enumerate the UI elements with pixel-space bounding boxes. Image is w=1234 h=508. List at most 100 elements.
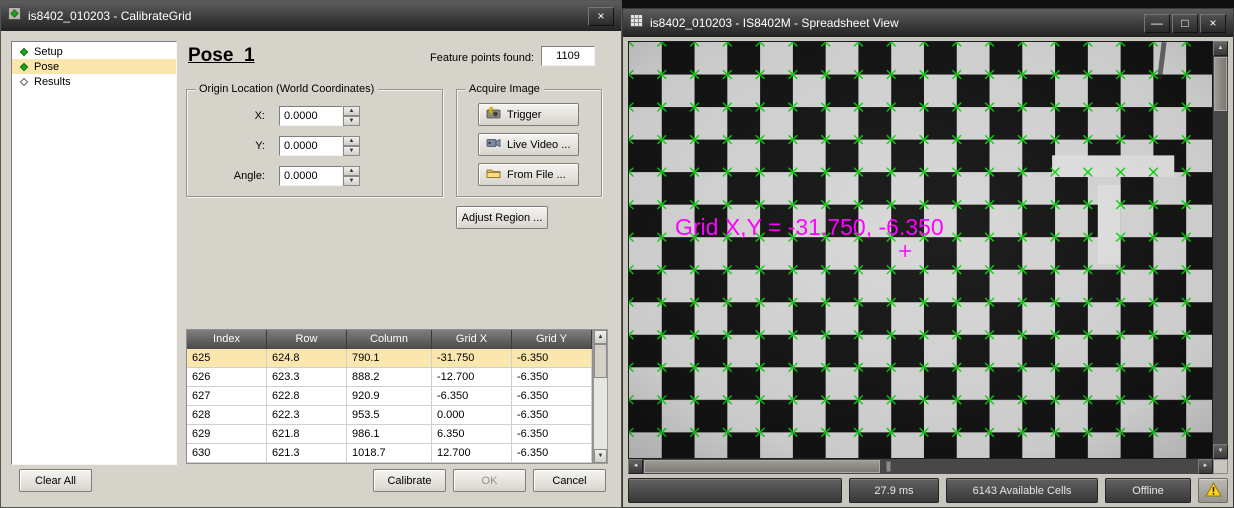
diamond-icon	[20, 47, 28, 55]
window-controls: — □ ×	[1142, 14, 1226, 33]
x-label: X:	[187, 106, 265, 126]
grid-overlay-text: Grid X,Y = -31.750, -6.350	[675, 214, 944, 241]
close-icon[interactable]: ×	[588, 7, 614, 26]
tree-panel: Setup Pose Results	[11, 41, 177, 465]
table-row[interactable]: 625624.8790.1-31.750-6.350	[187, 349, 592, 368]
cell-row: 622.8	[267, 387, 347, 406]
cell-column: 986.1	[347, 425, 432, 444]
cell-index: 628	[187, 406, 267, 425]
vertical-scrollbar-thumb[interactable]	[1214, 57, 1227, 111]
folder-icon	[486, 167, 501, 182]
y-input[interactable]: 0.0000 ▲ ▼	[279, 136, 360, 156]
scroll-right-icon[interactable]: ►	[1198, 459, 1213, 474]
tree-item-setup[interactable]: Setup	[12, 44, 176, 59]
spreadsheet-window-titlebar[interactable]: is8402_010203 - IS8402M - Spreadsheet Vi…	[623, 9, 1233, 37]
scroll-up-icon[interactable]: ▲	[594, 330, 607, 344]
cell-grid-x: 6.350	[432, 425, 512, 444]
origin-group-title: Origin Location (World Coordinates)	[195, 82, 378, 96]
table-row[interactable]: 629621.8986.16.350-6.350	[187, 425, 592, 444]
vertical-scrollbar[interactable]: ▲ ▼	[1213, 41, 1228, 459]
close-icon[interactable]: ×	[1200, 14, 1226, 33]
table-row[interactable]: 626623.3888.2-12.700-6.350	[187, 368, 592, 387]
cell-grid-y: -6.350	[512, 368, 592, 387]
warning-icon	[1205, 482, 1222, 500]
x-spinner: ▲ ▼	[343, 106, 360, 126]
spreadsheet-window-title: is8402_010203 - IS8402M - Spreadsheet Vi…	[650, 16, 899, 30]
diamond-icon	[20, 62, 28, 70]
angle-input-value[interactable]: 0.0000	[279, 166, 343, 186]
tree-item-pose[interactable]: Pose	[12, 59, 176, 74]
clear-all-button[interactable]: Clear All	[19, 469, 92, 492]
cell-grid-y: -6.350	[512, 349, 592, 368]
from-file-button[interactable]: From File ...	[478, 163, 579, 186]
spreadsheet-view-window: is8402_010203 - IS8402M - Spreadsheet Vi…	[622, 8, 1234, 508]
calibrate-button[interactable]: Calibrate	[373, 469, 446, 492]
status-connection: Offline	[1105, 478, 1191, 503]
adjust-region-button[interactable]: Adjust Region ...	[456, 206, 548, 229]
cell-column: 1018.7	[347, 444, 432, 463]
cell-row: 621.3	[267, 444, 347, 463]
cell-index: 627	[187, 387, 267, 406]
angle-spin-down-icon[interactable]: ▼	[343, 176, 360, 186]
status-bar: 27.9 ms 6143 Available Cells Offline	[628, 478, 1228, 503]
minimize-icon[interactable]: —	[1144, 14, 1170, 33]
pose-title: Pose 1	[188, 45, 255, 67]
angle-spin-up-icon[interactable]: ▲	[343, 166, 360, 176]
tree-item-results[interactable]: Results	[12, 74, 176, 89]
horizontal-scrollbar[interactable]: ◄ ►	[628, 459, 1213, 474]
cell-row: 624.8	[267, 349, 347, 368]
cancel-button[interactable]: Cancel	[533, 469, 606, 492]
feature-points-value: 1109	[541, 46, 595, 66]
angle-spinner: ▲ ▼	[343, 166, 360, 186]
feature-point-table: Index Row Column Grid X Grid Y 625624.87…	[186, 329, 593, 464]
calibrate-app-icon	[8, 7, 21, 25]
status-acquisition-time: 27.9 ms	[849, 478, 939, 503]
trigger-button[interactable]: Trigger	[478, 103, 579, 126]
table-row[interactable]: 630621.31018.712.700-6.350	[187, 444, 592, 463]
x-spin-down-icon[interactable]: ▼	[343, 116, 360, 126]
y-spin-down-icon[interactable]: ▼	[343, 146, 360, 156]
ok-button[interactable]: OK	[453, 469, 526, 492]
diamond-hollow-icon	[20, 77, 28, 85]
scroll-down-icon[interactable]: ▼	[1213, 444, 1228, 459]
cell-grid-x: -6.350	[432, 387, 512, 406]
table-row[interactable]: 628622.3953.50.000-6.350	[187, 406, 592, 425]
video-camera-icon	[486, 137, 501, 152]
cell-grid-x: -31.750	[432, 349, 512, 368]
table-row[interactable]: 627622.8920.9-6.350-6.350	[187, 387, 592, 406]
tree-item-label: Results	[34, 76, 71, 88]
table-header-row: Index Row Column Grid X Grid Y	[187, 330, 592, 349]
cell-row: 623.3	[267, 368, 347, 387]
y-input-value[interactable]: 0.0000	[279, 136, 343, 156]
table-body: 625624.8790.1-31.750-6.350 626623.3888.2…	[187, 349, 592, 463]
angle-input[interactable]: 0.0000 ▲ ▼	[279, 166, 360, 186]
scroll-left-icon[interactable]: ◄	[628, 459, 643, 474]
column-header: Column	[347, 330, 432, 349]
image-viewport[interactable]: Grid X,Y = -31.750, -6.350	[628, 41, 1213, 459]
maximize-icon[interactable]: □	[1172, 14, 1198, 33]
scrollbar-corner	[1213, 459, 1228, 474]
desktop: is8402_010203 - CalibrateGrid × Setup Po…	[0, 0, 1234, 508]
horizontal-scrollbar-thumb[interactable]	[644, 460, 880, 473]
feature-points-label: Feature points found:	[341, 52, 534, 64]
y-spinner: ▲ ▼	[343, 136, 360, 156]
x-input-value[interactable]: 0.0000	[279, 106, 343, 126]
scroll-up-icon[interactable]: ▲	[1213, 41, 1228, 56]
cell-index: 630	[187, 444, 267, 463]
cell-grid-y: -6.350	[512, 444, 592, 463]
x-input[interactable]: 0.0000 ▲ ▼	[279, 106, 360, 126]
column-header: Grid Y	[512, 330, 592, 349]
x-spin-up-icon[interactable]: ▲	[343, 106, 360, 116]
scroll-down-icon[interactable]: ▼	[594, 449, 607, 463]
table-scrollbar[interactable]: ▲ ▼	[593, 329, 608, 464]
pane-splitter-handle[interactable]	[886, 461, 891, 472]
y-spin-up-icon[interactable]: ▲	[343, 136, 360, 146]
status-warning-indicator[interactable]	[1198, 478, 1228, 503]
calibrate-window-titlebar[interactable]: is8402_010203 - CalibrateGrid ×	[1, 1, 621, 31]
cell-grid-y: -6.350	[512, 387, 592, 406]
column-header: Row	[267, 330, 347, 349]
table-scrollbar-thumb[interactable]	[594, 344, 607, 378]
cell-index: 629	[187, 425, 267, 444]
cell-row: 621.8	[267, 425, 347, 444]
live-video-button[interactable]: Live Video ...	[478, 133, 579, 156]
